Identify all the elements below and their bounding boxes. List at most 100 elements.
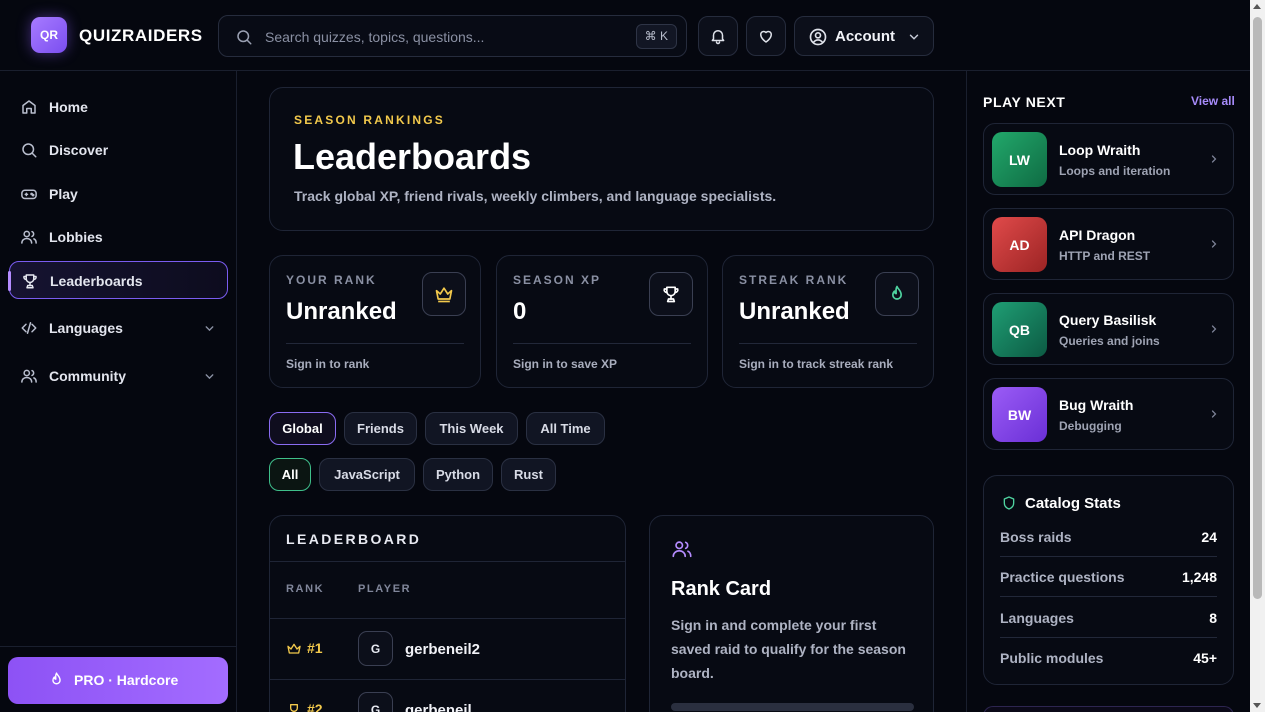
table-row[interactable]: #2 G gerbeneil	[270, 680, 625, 712]
avatar: G	[358, 692, 393, 712]
chevron-down-icon	[907, 30, 921, 44]
leaderboard-title: LEADERBOARD	[286, 531, 422, 547]
catalog-row: Languages 8	[1000, 598, 1217, 638]
trophy-icon	[649, 272, 693, 316]
users-icon	[20, 228, 38, 246]
catalog-row: Public modules 45+	[1000, 638, 1217, 678]
stat-value: Unranked	[286, 298, 397, 325]
pro-label: PRO · Hardcore	[74, 672, 179, 688]
notifications-button[interactable]	[698, 16, 738, 56]
sidebar: Home Discover Play Lobbies Leaderboards …	[0, 71, 237, 712]
account-menu-button[interactable]: Account	[794, 16, 934, 56]
column-header-player: PLAYER	[358, 583, 412, 595]
sidebar-item-play[interactable]: Play	[9, 175, 228, 213]
boss-topic: Loops and iteration	[1059, 164, 1171, 178]
boss-card-query-basilisk[interactable]: QB Query Basilisk Queries and joins	[983, 293, 1234, 365]
sidebar-item-label: Lobbies	[49, 229, 103, 245]
catalog-row: Practice questions 1,248	[1000, 557, 1217, 597]
catalog-value: 24	[1201, 529, 1217, 545]
stat-label: SEASON XP	[513, 273, 602, 287]
logo[interactable]: QR	[31, 17, 67, 53]
catalog-label: Public modules	[1000, 650, 1104, 666]
rank-value: #1	[307, 640, 323, 656]
sidebar-item-community[interactable]: Community	[9, 357, 228, 395]
play-next-title: PLAY NEXT	[983, 94, 1066, 110]
brand-name[interactable]: QUIZRAIDERS	[79, 26, 203, 46]
scroll-up-arrow-icon[interactable]	[1253, 4, 1261, 9]
catalog-value: 45+	[1193, 650, 1217, 666]
sidebar-item-label: Leaderboards	[50, 273, 143, 289]
trophy-icon	[21, 272, 39, 290]
crown-icon	[286, 641, 302, 657]
boss-topic: Debugging	[1059, 419, 1122, 433]
favorites-button[interactable]	[746, 16, 786, 56]
sidebar-item-languages[interactable]: Languages	[9, 309, 228, 347]
filter-global[interactable]: Global	[269, 412, 336, 445]
stat-label: STREAK RANK	[739, 273, 849, 287]
trophy-icon	[286, 702, 302, 712]
sidebar-item-lobbies[interactable]: Lobbies	[9, 218, 228, 256]
filter-friends[interactable]: Friends	[344, 412, 417, 445]
chevron-down-icon	[203, 370, 216, 383]
scroll-down-arrow-icon[interactable]	[1253, 703, 1261, 708]
flame-icon	[875, 272, 919, 316]
sidebar-item-discover[interactable]: Discover	[9, 131, 228, 169]
sidebar-divider	[0, 646, 236, 647]
rank-card-title: Rank Card	[671, 578, 772, 600]
search-icon	[20, 141, 38, 159]
filter-all-time[interactable]: All Time	[526, 412, 605, 445]
bell-icon	[709, 27, 727, 45]
catalog-value: 8	[1209, 610, 1217, 626]
catalog-label: Boss raids	[1000, 529, 1072, 545]
stat-divider	[513, 343, 691, 344]
filter-language-python[interactable]: Python	[423, 458, 493, 491]
pro-hardcore-button[interactable]: PRO · Hardcore	[8, 657, 228, 704]
filter-language-javascript[interactable]: JavaScript	[319, 458, 415, 491]
table-row[interactable]: #1 G gerbeneil2	[270, 619, 625, 679]
season-eyebrow: SEASON RANKINGS	[294, 113, 446, 127]
sidebar-item-label: Community	[49, 368, 126, 384]
filter-this-week[interactable]: This Week	[425, 412, 518, 445]
rank-card-body: Sign in and complete your first saved ra…	[671, 617, 906, 681]
stat-value: 0	[513, 298, 527, 325]
sidebar-item-home[interactable]: Home	[9, 88, 228, 126]
catalog-title: Catalog Stats	[1025, 495, 1121, 512]
page-subtitle: Track global XP, friend rivals, weekly c…	[294, 188, 777, 204]
view-all-link[interactable]: View all	[1191, 94, 1235, 108]
filter-language-rust[interactable]: Rust	[501, 458, 556, 491]
catalog-row: Boss raids 24	[1000, 517, 1217, 557]
scrollbar-thumb[interactable]	[1253, 17, 1262, 599]
search-input[interactable]	[265, 26, 625, 48]
stat-note: Sign in to save XP	[513, 357, 618, 371]
page-title: Leaderboards	[293, 136, 532, 177]
filter-language-all[interactable]: All	[269, 458, 311, 491]
chevron-down-icon	[203, 322, 216, 335]
divider	[270, 561, 625, 562]
catalog-stats-panel: Catalog Stats Boss raids 24 Practice que…	[983, 475, 1234, 685]
home-icon	[20, 98, 38, 116]
gamepad-icon	[20, 185, 38, 203]
player-name[interactable]: gerbeneil	[405, 702, 472, 712]
chevron-right-icon	[1208, 407, 1220, 421]
heart-icon	[757, 27, 775, 45]
boss-name: API Dragon	[1059, 227, 1136, 243]
user-circle-icon	[808, 27, 828, 47]
boss-card-api-dragon[interactable]: AD API Dragon HTTP and REST	[983, 208, 1234, 280]
sidebar-item-leaderboards[interactable]: Leaderboards	[8, 261, 228, 299]
users-icon	[671, 538, 693, 560]
search-bar[interactable]: ⌘ K	[218, 15, 687, 57]
sidebar-item-label: Languages	[49, 320, 123, 336]
stat-card-season-xp: SEASON XP 0 Sign in to save XP	[496, 255, 708, 388]
sidebar-item-label: Home	[49, 99, 88, 115]
stat-label: YOUR RANK	[286, 273, 377, 287]
player-name[interactable]: gerbeneil2	[405, 641, 480, 658]
boss-card-loop-wraith[interactable]: LW Loop Wraith Loops and iteration	[983, 123, 1234, 195]
rank-card: Rank Card Sign in and complete your firs…	[649, 515, 934, 712]
account-label: Account	[835, 28, 895, 45]
sidebar-item-label: Play	[49, 186, 78, 202]
stat-value: Unranked	[739, 298, 850, 325]
stat-divider	[286, 343, 464, 344]
top-bar: QR QUIZRAIDERS ⌘ K Account	[0, 0, 1250, 71]
page-scrollbar[interactable]	[1250, 0, 1265, 712]
boss-card-bug-wraith[interactable]: BW Bug Wraith Debugging	[983, 378, 1234, 450]
